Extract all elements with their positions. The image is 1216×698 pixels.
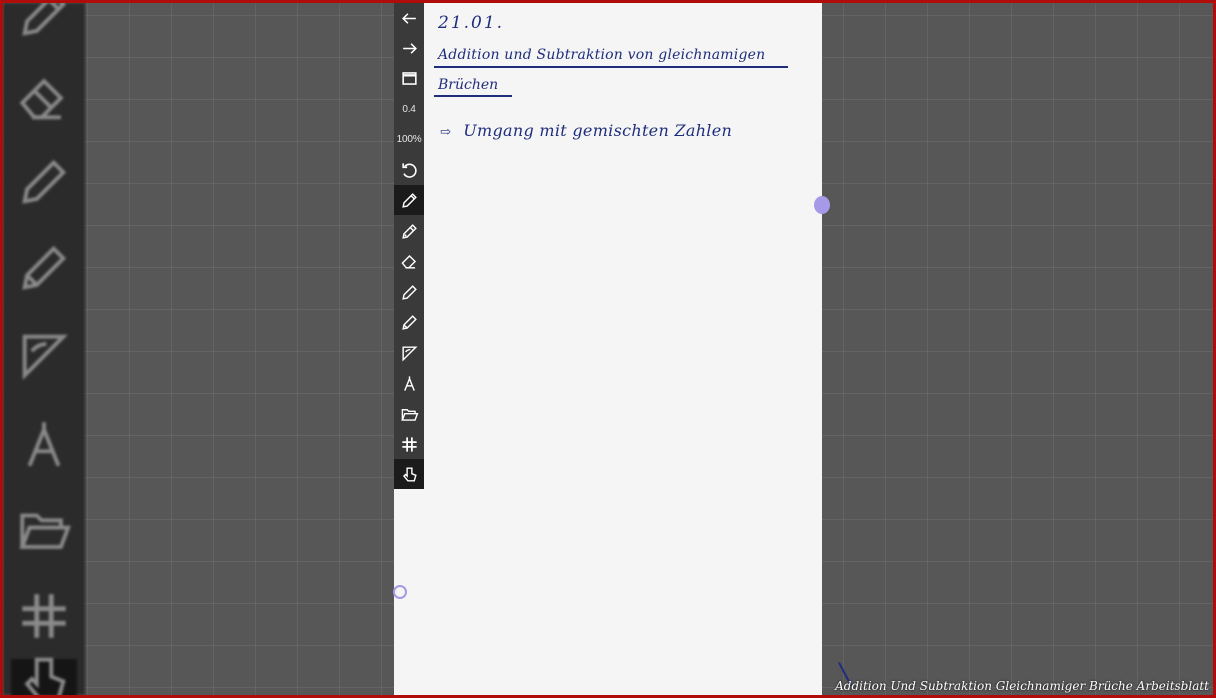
marker-icon [401, 284, 417, 300]
note-date: 21.01. [438, 13, 505, 33]
zoom-value: 100% [396, 133, 422, 145]
note-page[interactable]: 21.01. Addition und Subtraktion von glei… [434, 3, 852, 695]
grid-icon [11, 583, 77, 649]
folder-open-icon [400, 408, 418, 421]
pen-icon [401, 192, 417, 208]
zoom-button[interactable]: 100% [394, 124, 424, 154]
background-sidebar [3, 3, 85, 695]
grid-toggle-button[interactable] [394, 429, 424, 459]
pen-tool-button[interactable] [394, 185, 424, 215]
window-icon [401, 71, 417, 85]
window-button[interactable] [394, 63, 424, 93]
note-bullet-text: Umgang mit gemischten Zahlen [463, 121, 733, 140]
forward-button[interactable] [394, 33, 424, 63]
stroke-width-button[interactable]: 0.4 [394, 94, 424, 124]
pencil-tool-button[interactable] [394, 216, 424, 246]
canvas-background: 0.4 100% 21.01. Addition und Subtraktion… [3, 3, 1213, 695]
eraser-icon [11, 65, 77, 131]
arrow-right-icon [402, 42, 417, 54]
stroke-width-value: 0.4 [402, 103, 416, 115]
set-square-tool-button[interactable] [394, 338, 424, 368]
undo-button[interactable] [394, 155, 424, 185]
note-bullet-item: ⇨ Umgang mit gemischten Zahlen [440, 121, 732, 140]
tool-sidebar: 0.4 100% [394, 3, 424, 489]
grid-icon [401, 436, 417, 452]
note-title-line-1: Addition und Subtraktion von gleichnamig… [438, 47, 766, 63]
pencil-icon [11, 3, 77, 47]
compass-tool-button[interactable] [394, 368, 424, 398]
marker-icon [11, 235, 77, 301]
set-square-icon [401, 345, 418, 362]
eraser-tool-button[interactable] [394, 246, 424, 276]
title-underline-2 [434, 95, 512, 97]
phone-screen: 0.4 100% 21.01. Addition und Subtraktion… [394, 3, 852, 695]
hand-pointer-icon [402, 466, 417, 482]
title-underline-1 [434, 66, 788, 68]
undo-icon [401, 162, 417, 178]
arrow-left-icon [401, 12, 416, 24]
back-button[interactable] [394, 3, 424, 33]
note-title-line-2: Brüchen [438, 77, 499, 93]
open-file-button[interactable] [394, 399, 424, 429]
hand-tool-button[interactable] [394, 459, 424, 489]
set-square-icon [11, 323, 77, 389]
pencil-icon [401, 223, 417, 239]
compass-icon [11, 411, 77, 477]
folder-open-icon [11, 497, 77, 563]
compass-icon [403, 375, 415, 391]
eraser-icon [400, 254, 416, 269]
marker-tool-button[interactable] [394, 277, 424, 307]
watermark-caption: Addition Und Subtraktion Gleichnamiger B… [835, 679, 1209, 693]
scroll-handle[interactable] [393, 585, 407, 599]
bullet-arrow-icon: ⇨ [440, 125, 452, 140]
pencil-icon [11, 149, 77, 215]
hand-pointer-icon [11, 657, 77, 695]
page-resize-handle[interactable] [814, 196, 830, 214]
highlighter-tool-button[interactable] [394, 307, 424, 337]
highlighter-icon [401, 314, 417, 330]
